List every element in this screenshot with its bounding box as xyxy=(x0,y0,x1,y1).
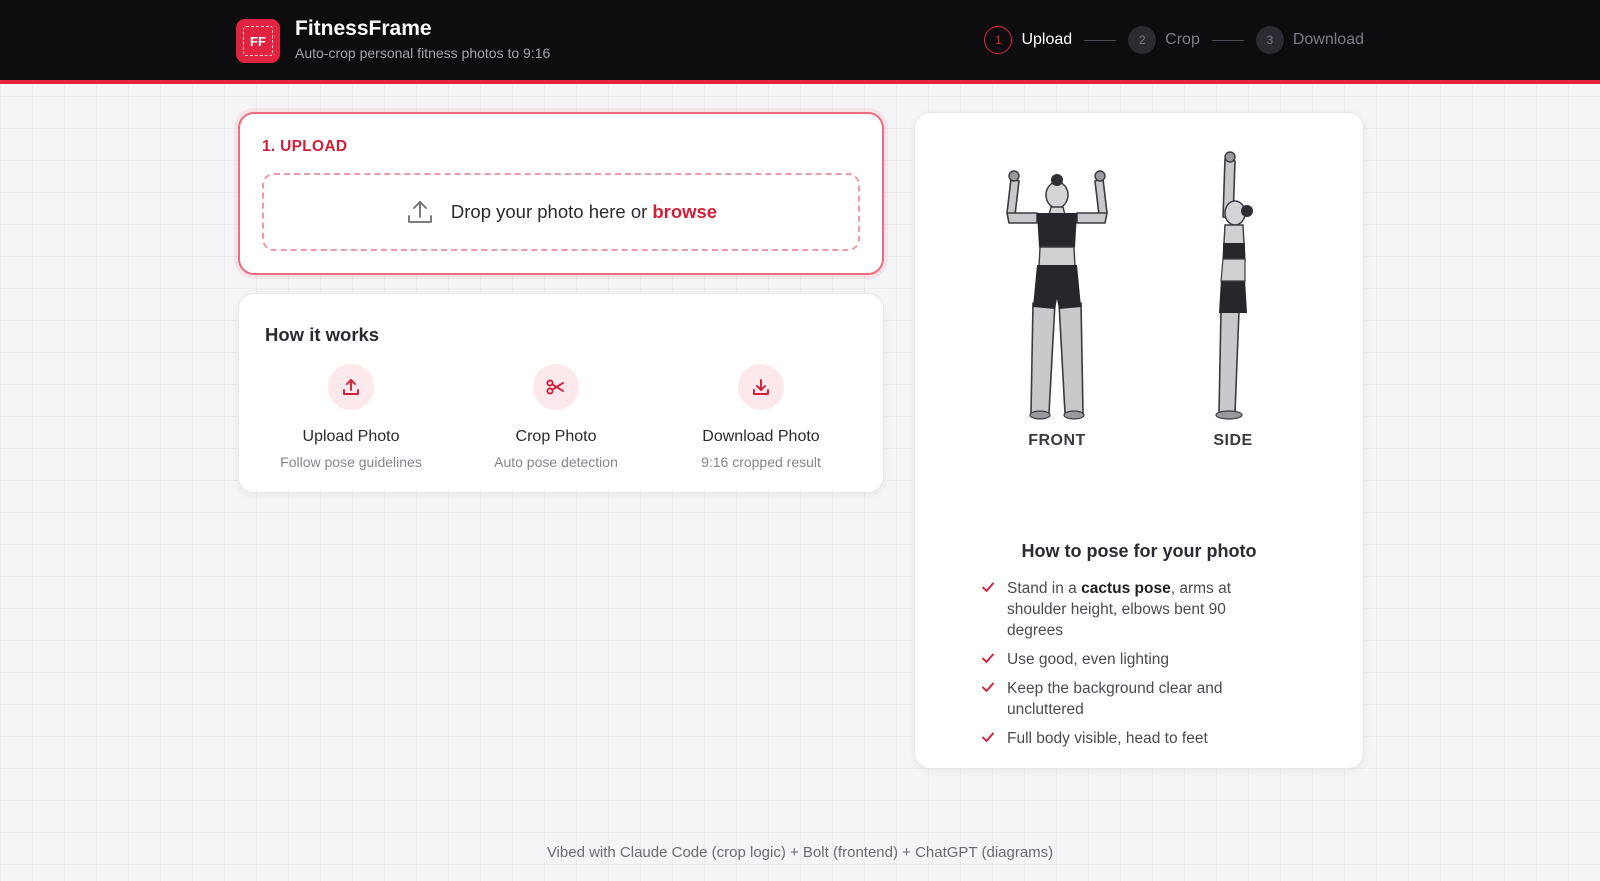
how-step-crop: Crop Photo Auto pose detection xyxy=(456,364,656,470)
pose-tip: Use good, even lighting xyxy=(981,649,1271,670)
pose-guide-title: How to pose for your photo xyxy=(1021,541,1257,561)
tip-text: Stand in a xyxy=(1007,580,1082,597)
step-label: Crop xyxy=(1165,31,1200,48)
tip-bold: cactus pose xyxy=(1081,580,1171,597)
front-pose-figure: FRONT xyxy=(997,151,1117,450)
step-crop: 2 Crop xyxy=(1128,26,1200,54)
upload-icon xyxy=(407,201,432,223)
tip-text: Full body visible, head to feet xyxy=(1007,730,1208,747)
step-upload: 1 Upload xyxy=(984,26,1072,54)
check-icon xyxy=(982,682,994,692)
how-step-desc: Auto pose detection xyxy=(494,454,618,470)
upload-icon xyxy=(328,364,374,410)
step-download: 3 Download xyxy=(1255,26,1364,54)
drop-text: Drop your photo here or xyxy=(450,201,648,222)
tip-text: Use good, even lighting xyxy=(1007,651,1170,668)
how-it-works-title: How it works xyxy=(265,324,380,345)
download-icon xyxy=(738,364,784,410)
step-connector xyxy=(1211,39,1244,41)
pose-guide-card: FRONT SIDE How to pose for your photo St… xyxy=(914,112,1364,769)
scissors-icon xyxy=(533,364,579,410)
how-it-works-card: How it works Upload Photo Follow pose gu… xyxy=(238,293,884,493)
step-number: 3 xyxy=(1255,26,1284,54)
tip-text: Keep the background clear and uncluttere… xyxy=(1007,680,1223,718)
step-number: 1 xyxy=(984,26,1013,54)
check-icon xyxy=(982,653,994,663)
how-step-label: Upload Photo xyxy=(302,428,400,445)
app-logo[interactable]: FF xyxy=(236,19,280,63)
side-label: SIDE xyxy=(1213,432,1253,449)
photo-dropzone[interactable]: Drop your photo here or browse xyxy=(262,173,860,251)
how-step-label: Crop Photo xyxy=(515,428,597,445)
how-step-desc: 9:16 cropped result xyxy=(701,454,821,470)
step-label: Upload xyxy=(1021,31,1073,48)
how-step-desc: Follow pose guidelines xyxy=(280,454,422,470)
upload-card: 1. UPLOAD Drop your photo here or browse xyxy=(238,112,884,275)
upload-heading: 1. UPLOAD xyxy=(262,138,348,155)
logo-text: FF xyxy=(250,33,266,49)
how-step-download: Download Photo 9:16 cropped result xyxy=(661,364,861,470)
front-label: FRONT xyxy=(1028,432,1086,449)
how-step-label: Download Photo xyxy=(702,428,820,445)
how-step-upload: Upload Photo Follow pose guidelines xyxy=(251,364,451,470)
pose-tip: Stand in a cactus pose, arms at shoulder… xyxy=(981,578,1271,641)
browse-link[interactable]: browse xyxy=(652,201,717,223)
pose-tip: Full body visible, head to feet xyxy=(981,728,1271,749)
check-icon xyxy=(982,732,994,742)
step-label: Download xyxy=(1292,31,1364,48)
footer-credits: Vibed with Claude Code (crop logic) + Bo… xyxy=(546,844,1054,861)
app-subtitle: Auto-crop personal fitness photos to 9:1… xyxy=(295,45,551,61)
app-header: FF FitnessFrame Auto-crop personal fitne… xyxy=(0,0,1600,84)
pose-tip: Keep the background clear and uncluttere… xyxy=(981,678,1271,720)
step-connector xyxy=(1084,39,1117,41)
step-number: 2 xyxy=(1128,26,1157,54)
side-pose-diagram xyxy=(1215,151,1253,420)
front-pose-diagram xyxy=(1006,170,1108,420)
pose-tips-list: Stand in a cactus pose, arms at shoulder… xyxy=(981,578,1271,757)
step-indicator: 1 Upload 2 Crop 3 Download xyxy=(984,26,1364,54)
check-icon xyxy=(982,582,994,592)
app-title: FitnessFrame xyxy=(295,17,432,40)
side-pose-figure: SIDE xyxy=(1173,151,1293,450)
